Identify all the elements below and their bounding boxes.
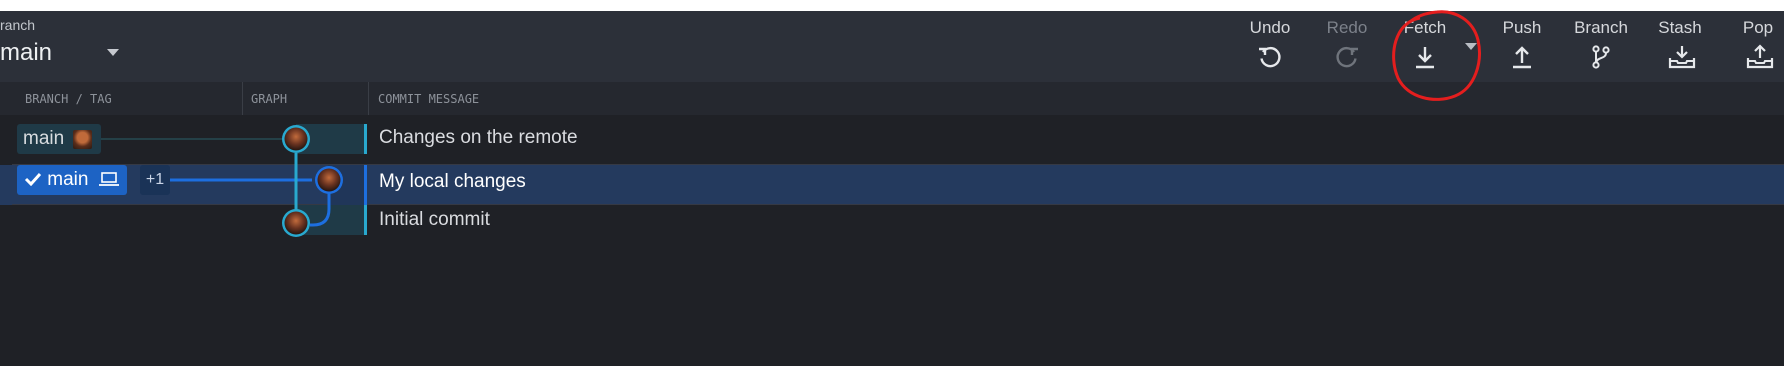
commit-message-marker: [364, 165, 367, 205]
commit-node-initial: [282, 209, 310, 237]
window-top-strip: [0, 0, 1784, 11]
pop-icon: [1746, 44, 1774, 69]
stash-button[interactable]: Stash: [1640, 11, 1720, 82]
fetch-label: Fetch: [1403, 18, 1447, 37]
laptop-icon: [98, 172, 119, 186]
redo-icon: [1336, 47, 1358, 68]
branch-icon: [1592, 45, 1610, 69]
undo-icon: [1259, 47, 1281, 68]
pop-label: Pop: [1742, 18, 1774, 37]
chevron-down-icon[interactable]: [107, 49, 119, 56]
redo-button[interactable]: Redo: [1307, 11, 1387, 82]
stash-icon: [1668, 46, 1696, 69]
commit-message-marker: [364, 124, 367, 154]
remote-avatar-icon: [73, 130, 92, 149]
push-icon: [1513, 46, 1531, 69]
redo-label: Redo: [1326, 18, 1368, 37]
branch-name: main: [0, 39, 53, 66]
column-divider[interactable]: [242, 82, 243, 115]
branch-caption: ranch: [0, 17, 36, 33]
column-header-commit-message[interactable]: COMMIT MESSAGE: [378, 82, 479, 115]
undo-label: Undo: [1249, 18, 1291, 37]
column-header-branch-tag[interactable]: BRANCH / TAG: [25, 82, 112, 115]
branch-button[interactable]: Branch: [1561, 11, 1641, 82]
commit-list: main main +1 Changes on the remote My lo…: [0, 115, 1784, 366]
fetch-icon: [1416, 47, 1434, 69]
branch-label: Branch: [1574, 18, 1628, 37]
remote-branch-tag[interactable]: main: [17, 124, 101, 154]
local-branch-tag[interactable]: main: [17, 165, 127, 195]
fetch-button[interactable]: Fetch: [1385, 11, 1465, 82]
commit-message[interactable]: Changes on the remote: [379, 127, 578, 149]
extra-refs-badge[interactable]: +1: [140, 165, 170, 195]
column-divider[interactable]: [368, 82, 369, 115]
commit-node-remote: [282, 125, 310, 153]
undo-button[interactable]: Undo: [1230, 11, 1310, 82]
column-header-graph[interactable]: GRAPH: [251, 82, 287, 115]
commit-message-marker: [364, 205, 367, 235]
toolbar: ranch main Undo Redo Fetch Push Branch S…: [0, 11, 1784, 82]
commit-message[interactable]: My local changes: [379, 171, 526, 193]
checkmark-icon: [24, 172, 42, 187]
commit-node-local: [315, 166, 343, 194]
stash-label: Stash: [1658, 18, 1702, 37]
push-label: Push: [1502, 18, 1542, 37]
push-button[interactable]: Push: [1482, 11, 1562, 82]
local-branch-label: main: [47, 169, 89, 190]
column-header-row: BRANCH / TAG GRAPH COMMIT MESSAGE: [0, 82, 1784, 115]
fetch-dropdown-caret-icon[interactable]: [1465, 43, 1477, 50]
pop-button[interactable]: Pop: [1718, 11, 1784, 82]
commit-message[interactable]: Initial commit: [379, 209, 490, 231]
remote-branch-label: main: [23, 128, 65, 149]
